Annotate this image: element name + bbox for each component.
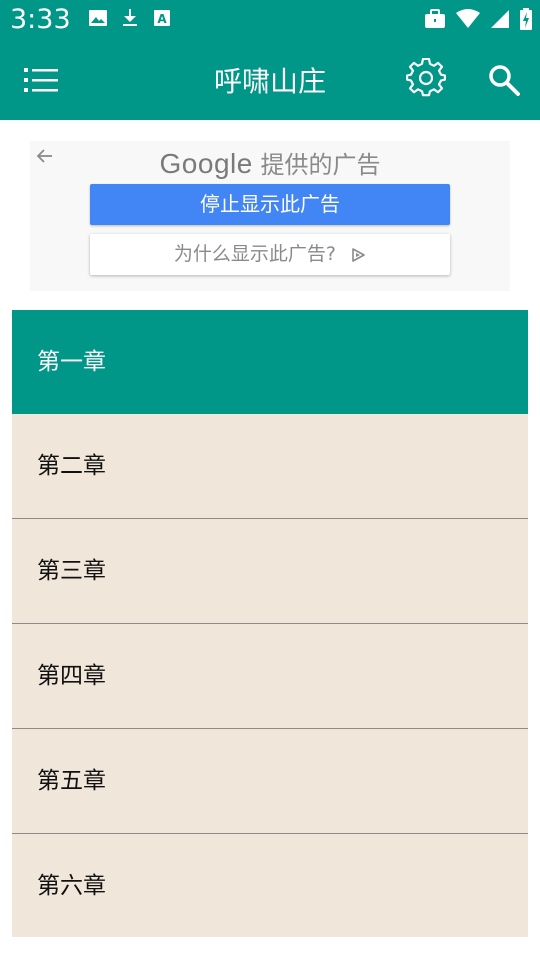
- chapter-label: 第一章: [37, 349, 106, 375]
- chapter-item-5[interactable]: 第五章: [12, 729, 528, 834]
- svg-text:A: A: [157, 12, 167, 26]
- image-icon: [89, 10, 107, 26]
- why-this-ad-button[interactable]: 为什么显示此广告?: [90, 234, 450, 275]
- chapter-item-2[interactable]: 第二章: [12, 414, 528, 519]
- briefcase-icon: [425, 9, 445, 28]
- adchoices-icon: [352, 248, 365, 262]
- battery-charging-icon: [520, 8, 532, 30]
- search-icon[interactable]: [486, 62, 522, 98]
- status-time: 3:33: [10, 4, 71, 35]
- ad-banner: Google 提供的广告 停止显示此广告 为什么显示此广告?: [30, 141, 510, 291]
- chapter-label: 第六章: [37, 873, 106, 899]
- chapter-label: 第二章: [37, 453, 106, 479]
- chapter-item-6[interactable]: 第六章: [12, 834, 528, 937]
- cell-signal-icon: [491, 10, 509, 28]
- chapter-label: 第五章: [37, 768, 106, 794]
- stop-showing-ad-label: 停止显示此广告: [200, 192, 340, 216]
- ad-provided-by: 提供的广告: [260, 151, 381, 179]
- status-bar: 3:33 A: [0, 0, 540, 40]
- google-logo: Google: [159, 148, 253, 179]
- page-title: 呼啸山庄: [213, 65, 326, 98]
- app-bar: 呼啸山庄: [0, 40, 540, 120]
- download-icon: [123, 9, 137, 26]
- gear-icon[interactable]: [406, 58, 446, 98]
- chapter-item-1[interactable]: 第一章: [12, 310, 528, 414]
- stop-showing-ad-button[interactable]: 停止显示此广告: [90, 184, 450, 225]
- ad-header: Google 提供的广告: [30, 145, 510, 180]
- why-this-ad-label: 为什么显示此广告?: [173, 243, 337, 265]
- font-icon: A: [154, 10, 170, 26]
- chapter-item-4[interactable]: 第四章: [12, 624, 528, 729]
- chapter-list: 第一章 第二章 第三章 第四章 第五章 第六章: [12, 310, 528, 937]
- chapter-label: 第三章: [37, 558, 106, 584]
- wifi-icon: [456, 9, 480, 28]
- chapter-label: 第四章: [37, 663, 106, 689]
- chapter-item-3[interactable]: 第三章: [12, 519, 528, 624]
